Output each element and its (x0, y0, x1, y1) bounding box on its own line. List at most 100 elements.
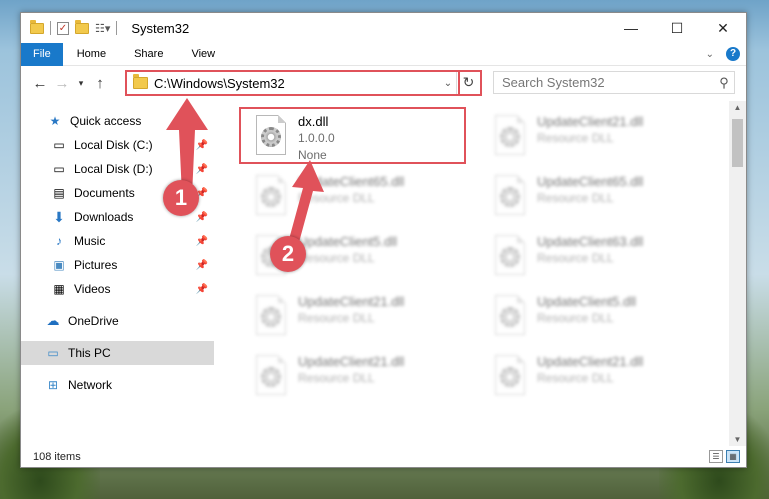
quick-access-toolbar: ✓ ☷▾ (21, 19, 118, 35)
file-description: Resource DLL (537, 131, 614, 145)
tab-home[interactable]: Home (63, 43, 120, 66)
computer-icon: ▭ (47, 346, 59, 360)
drive-icon: ▭ (53, 138, 65, 152)
folder-icon[interactable] (30, 19, 44, 34)
gear-icon (500, 247, 520, 267)
file-item[interactable]: UpdateClient21.dll Resource DLL (481, 111, 701, 161)
sidebar-item-label: Videos (74, 282, 111, 296)
scrollbar-thumb[interactable] (732, 119, 743, 167)
file-name: UpdateClient21.dll (298, 354, 405, 369)
sidebar-item-label: Network (68, 378, 113, 392)
dll-file-icon (252, 353, 290, 399)
forward-arrow-icon[interactable]: → (51, 75, 73, 92)
scroll-up-icon[interactable]: ▲ (729, 103, 746, 112)
file-item[interactable]: UpdateClient63.dll Resource DLL (481, 231, 701, 281)
sidebar-item-label: Music (74, 234, 106, 248)
chevron-down-icon[interactable]: ⌄ (440, 78, 456, 89)
explorer-window: ✓ ☷▾ System32 — ☐ ✕ File Home Share View… (20, 12, 747, 468)
close-button[interactable]: ✕ (700, 13, 746, 43)
address-path[interactable]: C:\Windows\System32 (154, 76, 440, 91)
sidebar-item-label: This PC (68, 346, 111, 360)
dll-file-icon (252, 293, 290, 339)
toolbar-divider (50, 21, 51, 35)
address-bar[interactable]: C:\Windows\System32 ⌄ ↻ (125, 70, 482, 96)
dll-file-icon (491, 173, 529, 219)
up-arrow-icon[interactable]: ↑ (89, 75, 111, 92)
vertical-scrollbar[interactable]: ▲ ▼ (729, 101, 746, 446)
pin-icon[interactable]: 📌 (196, 260, 208, 271)
file-highlight-box (239, 107, 466, 164)
sidebar-item-network[interactable]: ⊞ Network (21, 373, 214, 397)
gear-icon (500, 307, 520, 327)
download-icon: ⬇ (53, 208, 65, 225)
file-description: Resource DLL (537, 251, 614, 265)
details-view-icon[interactable]: ☰ (709, 450, 723, 463)
folder-icon (133, 74, 148, 89)
music-icon: ♪ (56, 234, 62, 248)
tab-view[interactable]: View (177, 43, 229, 66)
customize-toolbar-icon[interactable]: ☷▾ (95, 22, 110, 35)
tab-share[interactable]: Share (120, 43, 177, 66)
annotation-badge-1: 1 (163, 180, 199, 216)
documents-icon: ▤ (53, 186, 65, 200)
file-description: Resource DLL (537, 311, 614, 325)
dll-file-icon (491, 353, 529, 399)
title-bar: ✓ ☷▾ System32 — ☐ ✕ (21, 13, 746, 43)
pin-icon[interactable]: 📌 (196, 212, 208, 223)
refresh-highlight-box (458, 70, 482, 96)
gear-icon (261, 367, 281, 387)
back-arrow-icon[interactable]: ← (29, 75, 51, 92)
dll-file-icon (491, 293, 529, 339)
navigation-bar: ← → ▾ ↑ C:\Windows\System32 ⌄ ↻ Search S… (21, 70, 746, 96)
gear-icon (261, 307, 281, 327)
minimize-button[interactable]: — (608, 13, 654, 43)
tab-file[interactable]: File (21, 42, 63, 66)
sidebar-item-label: Downloads (74, 210, 134, 224)
pin-icon[interactable]: 📌 (196, 236, 208, 247)
file-name: UpdateClient65.dll (537, 174, 644, 189)
file-name: UpdateClient21.dll (537, 114, 644, 129)
view-switcher: ☰ ▦ (709, 450, 740, 463)
dll-file-icon (491, 233, 529, 279)
scroll-down-icon[interactable]: ▼ (729, 435, 746, 444)
file-name: UpdateClient63.dll (537, 234, 644, 249)
gear-icon (500, 187, 520, 207)
sidebar-item-music[interactable]: ♪ Music 📌 (21, 229, 214, 253)
star-icon: ★ (49, 114, 61, 128)
sidebar-item-videos[interactable]: ▦ Videos 📌 (21, 277, 214, 301)
sidebar-item-pictures[interactable]: ▣ Pictures 📌 (21, 253, 214, 277)
file-name: UpdateClient21.dll (298, 294, 405, 309)
file-name: UpdateClient21.dll (537, 354, 644, 369)
file-description: Resource DLL (298, 311, 375, 325)
sidebar-item-label: OneDrive (68, 314, 119, 328)
toolbar-divider (116, 21, 118, 35)
file-item[interactable]: UpdateClient21.dll Resource DLL (481, 351, 701, 401)
sidebar-item-onedrive[interactable]: ☁ OneDrive (21, 309, 214, 333)
search-icon[interactable]: ⚲ (714, 75, 734, 91)
maximize-button[interactable]: ☐ (654, 13, 700, 43)
sidebar-item-this-pc[interactable]: ▭ This PC (21, 341, 214, 365)
status-bar: 108 items ☰ ▦ (21, 446, 746, 468)
new-folder-icon[interactable] (75, 19, 89, 34)
cloud-icon: ☁ (46, 313, 60, 328)
file-item[interactable]: UpdateClient21.dll Resource DLL (242, 291, 462, 341)
window-title: System32 (131, 20, 190, 36)
videos-icon: ▦ (53, 282, 65, 296)
file-item[interactable]: UpdateClient5.dll Resource DLL (481, 291, 701, 341)
recent-locations-icon[interactable]: ▾ (73, 78, 89, 89)
search-input[interactable]: Search System32 ⚲ (493, 71, 735, 94)
sidebar-item-label: Quick access (70, 114, 142, 128)
file-description: Resource DLL (298, 371, 375, 385)
window-controls: — ☐ ✕ (608, 13, 746, 43)
properties-icon[interactable]: ✓ (57, 21, 69, 35)
tiles-view-icon[interactable]: ▦ (726, 450, 740, 463)
pin-icon[interactable]: 📌 (196, 284, 208, 295)
file-item[interactable]: UpdateClient65.dll Resource DLL (481, 171, 701, 221)
annotation-badge-2: 2 (270, 236, 306, 272)
ribbon-tabs: File Home Share View ⌄ ? (21, 42, 746, 66)
gear-icon (500, 127, 520, 147)
expand-ribbon-icon[interactable]: ⌄ (706, 49, 714, 60)
help-icon[interactable]: ? (726, 47, 740, 61)
file-item[interactable]: UpdateClient21.dll Resource DLL (242, 351, 462, 401)
sidebar-item-label: Pictures (74, 258, 118, 272)
